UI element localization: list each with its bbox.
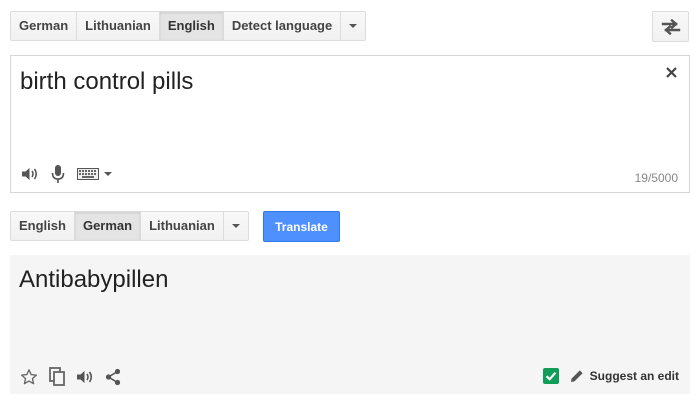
verified-translation-badge[interactable]	[542, 367, 560, 385]
save-translation-button[interactable]	[20, 368, 38, 386]
chevron-down-icon	[104, 172, 112, 176]
target-lang-english[interactable]: English	[11, 212, 75, 240]
source-text-area[interactable]: birth control pills 19/5000	[10, 55, 690, 193]
chevron-down-icon	[349, 24, 358, 28]
result-tools	[20, 367, 121, 386]
voice-input-button[interactable]	[51, 164, 65, 184]
swap-languages-button[interactable]	[652, 11, 689, 42]
input-tools-button[interactable]	[77, 168, 112, 180]
character-count: 19/5000	[634, 171, 678, 185]
target-lang-german[interactable]: German	[74, 212, 142, 240]
target-language-bar: English German Lithuanian	[10, 211, 249, 241]
listen-source-button[interactable]	[21, 166, 39, 182]
source-lang-detect[interactable]: Detect language	[223, 12, 342, 40]
source-tools	[21, 164, 112, 184]
copy-translation-button[interactable]	[49, 367, 65, 386]
result-right-tools: Suggest an edit	[542, 367, 679, 385]
suggest-edit-button[interactable]: Suggest an edit	[570, 369, 679, 383]
speaker-icon	[77, 370, 93, 383]
keyboard-icon	[77, 168, 99, 180]
speaker-icon	[22, 168, 38, 180]
source-lang-dropdown[interactable]	[341, 12, 366, 40]
copy-icon	[49, 367, 65, 386]
star-icon	[20, 368, 38, 384]
source-lang-lithuanian[interactable]: Lithuanian	[77, 12, 160, 40]
translate-page: German Lithuanian English Detect languag…	[0, 0, 700, 410]
source-lang-english[interactable]: English	[159, 12, 224, 40]
swap-icon	[661, 18, 680, 35]
pencil-icon	[570, 370, 583, 382]
translated-text: Antibabypillen	[19, 266, 169, 293]
source-lang-german[interactable]: German	[11, 12, 78, 40]
microphone-icon	[51, 165, 65, 183]
clear-source-button[interactable]	[663, 64, 679, 80]
listen-translation-button[interactable]	[76, 369, 94, 385]
target-lang-dropdown[interactable]	[223, 212, 248, 240]
translate-button[interactable]: Translate	[263, 211, 340, 242]
translation-result-area: Antibabypillen Suggest an edit	[10, 255, 690, 394]
chevron-down-icon	[231, 224, 240, 228]
target-lang-lithuanian[interactable]: Lithuanian	[141, 212, 224, 240]
source-language-bar: German Lithuanian English Detect languag…	[10, 11, 367, 41]
share-icon	[105, 368, 121, 385]
suggest-edit-label: Suggest an edit	[589, 369, 679, 383]
close-icon	[665, 66, 677, 78]
share-translation-button[interactable]	[105, 368, 121, 386]
verified-shield-icon	[542, 368, 559, 384]
source-text[interactable]: birth control pills	[20, 68, 193, 96]
